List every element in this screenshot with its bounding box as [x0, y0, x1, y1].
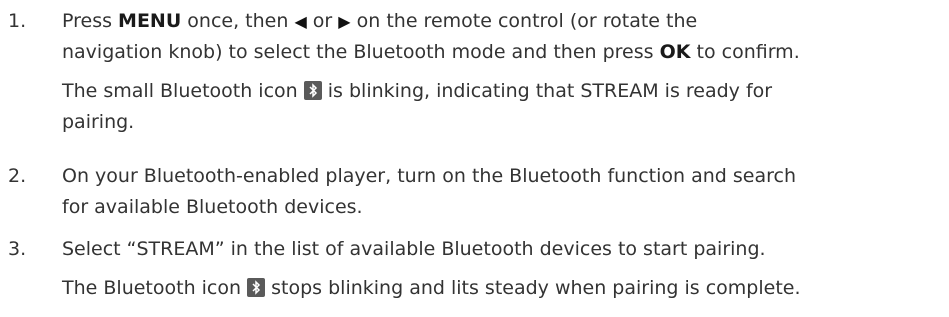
ok-key: OK [659, 41, 691, 63]
right-arrow-icon: ▶ [338, 12, 351, 31]
left-arrow-icon: ◀ [294, 12, 307, 31]
bluetooth-icon [247, 278, 266, 297]
step-number: 1. [8, 10, 27, 32]
bluetooth-icon [303, 81, 322, 100]
step-text: On your Bluetooth-enabled player, turn o… [62, 165, 797, 218]
step-text: Press MENU once, then ◀ or ▶ on the remo… [62, 10, 800, 133]
step-number: 3. [8, 238, 27, 260]
step-text: Select “STREAM” in the list of available… [62, 238, 801, 299]
step-number: 2. [8, 165, 27, 187]
instruction-list: 1. Press MENU once, then ◀ or ▶ on the r… [0, 0, 949, 317]
menu-key: MENU [118, 10, 182, 32]
